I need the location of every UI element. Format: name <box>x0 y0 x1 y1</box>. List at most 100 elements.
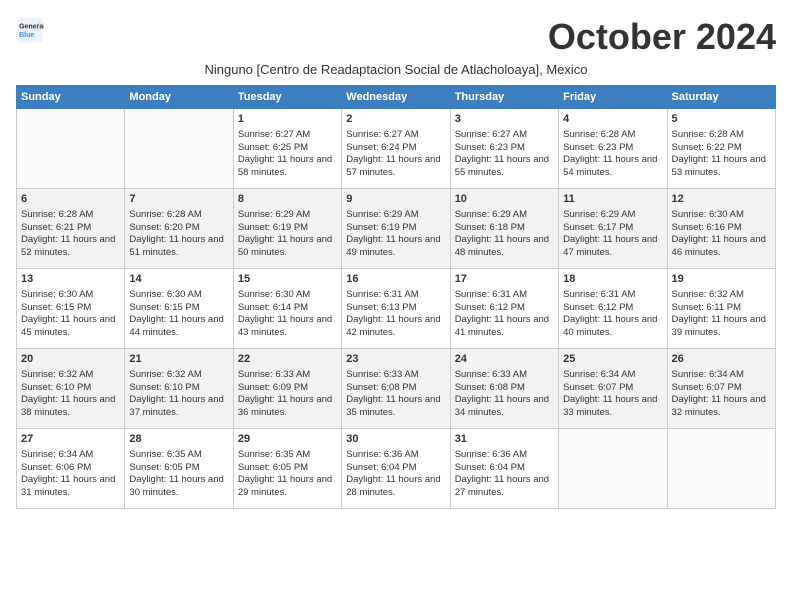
daylight-text: Daylight: 11 hours and 41 minutes. <box>455 314 549 338</box>
sunset-text: Sunset: 6:08 PM <box>346 382 416 393</box>
day-number: 14 <box>129 272 228 287</box>
sunrise-text: Sunrise: 6:29 AM <box>346 209 418 220</box>
sunrise-text: Sunrise: 6:31 AM <box>346 289 418 300</box>
sunset-text: Sunset: 6:25 PM <box>238 142 308 153</box>
table-row: 2Sunrise: 6:27 AMSunset: 6:24 PMDaylight… <box>342 109 450 189</box>
day-number: 9 <box>346 192 445 207</box>
sunset-text: Sunset: 6:04 PM <box>346 462 416 473</box>
sunset-text: Sunset: 6:08 PM <box>455 382 525 393</box>
sunrise-text: Sunrise: 6:27 AM <box>455 129 527 140</box>
weekday-header-row: Sunday Monday Tuesday Wednesday Thursday… <box>17 86 776 109</box>
day-number: 23 <box>346 352 445 367</box>
calendar-week-row: 13 Sunrise: 6:30 AM Sunset: 6:15 PM Dayligh… <box>17 269 776 349</box>
table-row: 27Sunrise: 6:34 AMSunset: 6:06 PMDayligh… <box>17 429 125 509</box>
day-number: 22 <box>238 352 337 367</box>
sunset-text: Sunset: 6:17 PM <box>563 222 633 233</box>
sunset-text: Sunset: 6:06 PM <box>21 462 91 473</box>
sunset-text: Sunset: 6:12 PM <box>455 302 525 313</box>
sunrise-text: Sunrise: 6:36 AM <box>455 449 527 460</box>
daylight-text: Daylight: 11 hours and 50 minutes. <box>238 234 332 258</box>
sunset-text: Sunset: 6:10 PM <box>21 382 91 393</box>
calendar-week-row: 6Sunrise: 6:28 AMSunset: 6:21 PMDaylight… <box>17 189 776 269</box>
daylight-text: Daylight: 11 hours and 46 minutes. <box>672 234 766 258</box>
daylight-text: Daylight: 11 hours and 29 minutes. <box>238 474 332 498</box>
sunset-text: Sunset: 6:15 PM <box>21 302 91 313</box>
sunset-text: Sunset: 6:12 PM <box>563 302 633 313</box>
day-number: 2 <box>346 112 445 127</box>
table-row: 20Sunrise: 6:32 AMSunset: 6:10 PMDayligh… <box>17 349 125 429</box>
day-number: 12 <box>672 192 771 207</box>
day-number: 17 <box>455 272 554 287</box>
sunrise-text: Sunrise: 6:34 AM <box>672 369 744 380</box>
day-number: 26 <box>672 352 771 367</box>
table-row: 31Sunrise: 6:36 AMSunset: 6:04 PMDayligh… <box>450 429 558 509</box>
sunset-text: Sunset: 6:16 PM <box>672 222 742 233</box>
table-row: 21Sunrise: 6:32 AMSunset: 6:10 PMDayligh… <box>125 349 233 429</box>
table-row: 24Sunrise: 6:33 AMSunset: 6:08 PMDayligh… <box>450 349 558 429</box>
day-number: 7 <box>129 192 228 207</box>
day-number: 11 <box>563 192 662 207</box>
daylight-text: Daylight: 11 hours and 47 minutes. <box>563 234 657 258</box>
day-number: 28 <box>129 432 228 447</box>
table-row: 1Sunrise: 6:27 AMSunset: 6:25 PMDaylight… <box>233 109 341 189</box>
header-tuesday: Tuesday <box>233 86 341 109</box>
sunrise-text: Sunrise: 6:29 AM <box>238 209 310 220</box>
table-row: 12 Sunrise: 6:30 AM Sunset: 6:16 PMDayligh… <box>667 189 775 269</box>
day-number: 8 <box>238 192 337 207</box>
daylight-text: Daylight: 11 hours and 31 minutes. <box>21 474 115 498</box>
daylight-text: Daylight: 11 hours and 28 minutes. <box>346 474 440 498</box>
day-number: 16 <box>346 272 445 287</box>
daylight-text: Daylight: 11 hours and 54 minutes. <box>563 154 657 178</box>
daylight-text: Daylight: 11 hours and 35 minutes. <box>346 394 440 418</box>
sunset-text: Sunset: 6:10 PM <box>129 382 199 393</box>
day-number: 21 <box>129 352 228 367</box>
sunset-text: Sunset: 6:15 PM <box>129 302 199 313</box>
daylight-text: Daylight: 11 hours and 51 minutes. <box>129 234 223 258</box>
sunrise-text: Sunrise: 6:30 AM <box>672 209 744 220</box>
sunrise-text: Sunrise: 6:34 AM <box>563 369 635 380</box>
day-number: 27 <box>21 432 120 447</box>
daylight-text: Daylight: 11 hours and 40 minutes. <box>563 314 657 338</box>
table-row: 13Sunrise: 6:30 AMSunset: 6:15 PMDayligh… <box>17 269 125 349</box>
daylight-text: Daylight: 11 hours and 55 minutes. <box>455 154 549 178</box>
day-number: 24 <box>455 352 554 367</box>
day-number: 13 <box>21 272 120 287</box>
day-number: 19 <box>672 272 771 287</box>
sunset-text: Sunset: 6:20 PM <box>129 222 199 233</box>
table-row: 5Sunrise: 6:28 AMSunset: 6:22 PMDaylight… <box>667 109 775 189</box>
calendar-week-row: 20Sunrise: 6:32 AMSunset: 6:10 PMDayligh… <box>17 349 776 429</box>
daylight-text: Daylight: 11 hours and 38 minutes. <box>21 394 115 418</box>
sunset-text: Sunset: 6:19 PM <box>238 222 308 233</box>
sunrise-text: Sunrise: 6:31 AM <box>563 289 635 300</box>
sunrise-text: Sunrise: 6:30 AM <box>21 289 93 300</box>
sunset-text: Sunset: 6:23 PM <box>455 142 525 153</box>
sunrise-text: Sunrise: 6:30 AM <box>238 289 310 300</box>
daylight-text: Daylight: 11 hours and 49 minutes. <box>346 234 440 258</box>
table-row <box>667 429 775 509</box>
day-number: 29 <box>238 432 337 447</box>
sunrise-text: Sunrise: 6:33 AM <box>346 369 418 380</box>
table-row: 15Sunrise: 6:30 AMSunset: 6:14 PMDayligh… <box>233 269 341 349</box>
sunrise-text: Sunrise: 6:31 AM <box>455 289 527 300</box>
header-sunday: Sunday <box>17 86 125 109</box>
table-row <box>559 429 667 509</box>
sunset-text: Sunset: 6:22 PM <box>672 142 742 153</box>
header-saturday: Saturday <box>667 86 775 109</box>
day-number: 20 <box>21 352 120 367</box>
table-row: 19Sunrise: 6:32 AMSunset: 6:11 PMDayligh… <box>667 269 775 349</box>
calendar-week-row: 27Sunrise: 6:34 AMSunset: 6:06 PMDayligh… <box>17 429 776 509</box>
sunset-text: Sunset: 6:07 PM <box>672 382 742 393</box>
sunrise-text: Sunrise: 6:29 AM <box>455 209 527 220</box>
daylight-text: Daylight: 11 hours and 33 minutes. <box>563 394 657 418</box>
table-row: 4Sunrise: 6:28 AMSunset: 6:23 PMDaylight… <box>559 109 667 189</box>
table-row: 29Sunrise: 6:35 AMSunset: 6:05 PMDayligh… <box>233 429 341 509</box>
table-row: 6Sunrise: 6:28 AMSunset: 6:21 PMDaylight… <box>17 189 125 269</box>
daylight-text: Daylight: 11 hours and 34 minutes. <box>455 394 549 418</box>
daylight-text: Daylight: 11 hours and 36 minutes. <box>238 394 332 418</box>
day-number: 5 <box>672 112 771 127</box>
sunrise-text: Sunrise: 6:27 AM <box>238 129 310 140</box>
month-title: October 2024 <box>548 16 776 58</box>
header-monday: Monday <box>125 86 233 109</box>
header-thursday: Thursday <box>450 86 558 109</box>
day-number: 25 <box>563 352 662 367</box>
